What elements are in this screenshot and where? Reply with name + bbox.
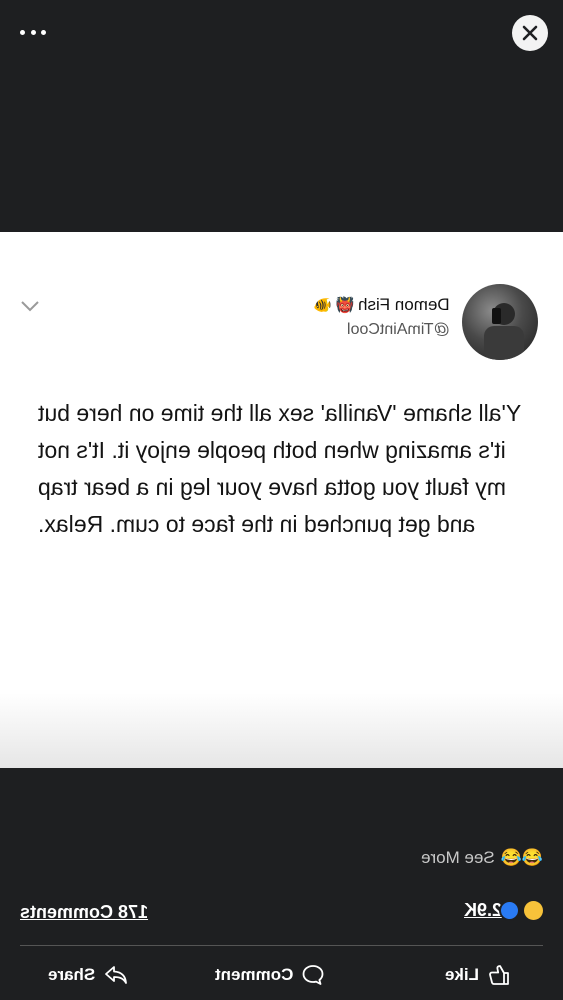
laugh-reaction-icon — [524, 901, 543, 920]
see-more-link[interactable]: See More 😂😂 — [421, 848, 543, 868]
share-arrow-icon — [105, 966, 128, 984]
tweet-image: Demon Fish 👹 🐠 @TimAintCool Y'all shame … — [0, 232, 563, 768]
laughing-emoji: 😂😂 — [500, 848, 543, 867]
fish-emoji: 🐠 — [312, 297, 332, 314]
share-button[interactable]: Share — [48, 957, 129, 993]
comment-button[interactable]: Comment — [215, 957, 325, 993]
dot — [30, 29, 36, 35]
thumbs-up-icon — [489, 965, 509, 985]
like-button[interactable]: Like — [445, 957, 511, 993]
more-options-button[interactable] — [20, 22, 46, 42]
like-label: Like — [444, 965, 479, 984]
action-bar: Like Comment Share — [0, 957, 563, 993]
reactions-summary[interactable]: 2.9K — [460, 900, 543, 921]
dot — [20, 29, 25, 35]
photo-viewer: Demon Fish 👹 🐠 @TimAintCool Y'all shame … — [0, 0, 563, 1000]
like-reaction-icon — [499, 900, 520, 921]
author-name: Demon Fish — [358, 295, 450, 314]
author-name-row: Demon Fish 👹 🐠 — [313, 295, 450, 315]
share-label: Share — [48, 965, 96, 984]
reaction-count: 2.9K — [463, 900, 502, 920]
see-more-label: See More — [420, 848, 495, 867]
dot — [41, 29, 46, 35]
chevron-down-icon — [21, 301, 39, 312]
author-handle: @TimAintCool — [347, 321, 450, 338]
demon-emoji: 👹 — [335, 297, 355, 314]
tweet-header: Demon Fish 👹 🐠 @TimAintCool — [0, 232, 563, 372]
avatar — [462, 284, 538, 360]
tweet-text: Y'all shame 'Vanilla' sex all the time o… — [38, 400, 522, 537]
comment-bubble-icon — [303, 965, 324, 985]
comments-count-link[interactable]: 178 Comments — [20, 902, 148, 923]
close-button[interactable] — [512, 15, 548, 51]
comment-label: Comment — [215, 965, 294, 984]
close-icon — [522, 25, 538, 41]
divider — [20, 945, 543, 946]
